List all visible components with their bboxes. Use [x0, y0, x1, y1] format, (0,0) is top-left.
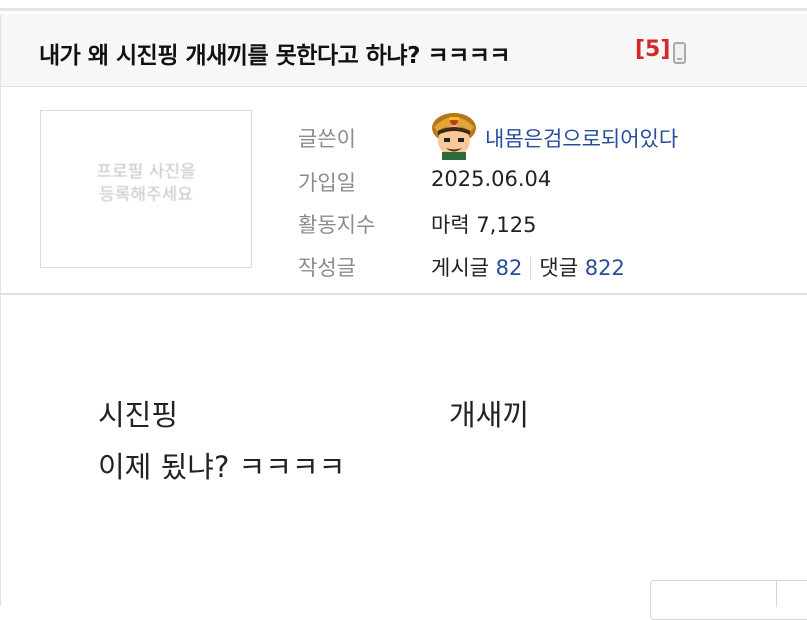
post-title: 내가 왜 시진핑 개새끼를 못한다고 하냐? ㅋㅋㅋㅋ: [39, 43, 511, 69]
comments-text: 댓글: [539, 256, 579, 280]
comments-count[interactable]: 822: [585, 256, 625, 280]
author-label: 글쓴이: [298, 127, 356, 151]
posts-label: 작성글: [298, 256, 356, 280]
body-text-line2: 이제 됬냐? ㅋㅋㅋㅋ: [98, 450, 346, 484]
profile-placeholder-text: 프로필 사진을 등록해주세요: [96, 162, 196, 205]
post-body: 시진핑 개새끼 이제 됬냐? ㅋㅋㅋㅋ: [0, 295, 807, 606]
post-header: 내가 왜 시진핑 개새끼를 못한다고 하냐? ㅋㅋㅋㅋ [5]: [0, 14, 807, 87]
user-avatar-icon[interactable]: [429, 111, 479, 161]
posts-count[interactable]: 82: [496, 256, 523, 280]
body-text-line1-left: 시진핑: [98, 398, 179, 432]
stats-divider: [530, 257, 532, 279]
profile-image-placeholder: 프로필 사진을 등록해주세요: [40, 110, 252, 268]
posts-text: 게시글: [431, 256, 489, 280]
top-divider: [0, 0, 807, 11]
joined-label: 가입일: [298, 171, 356, 195]
activity-label: 활동지수: [298, 213, 376, 237]
comment-count-badge[interactable]: [5]: [635, 37, 670, 62]
joined-date: 2025.06.04: [431, 167, 552, 191]
bottom-action-box[interactable]: [650, 580, 807, 620]
posts-stats: 게시글 82 댓글 822: [431, 252, 625, 282]
bottom-action-divider: [776, 581, 777, 607]
author-info-panel: 프로필 사진을 등록해주세요 글쓴이 내몸은검으로되어있다 가입일 2025.0…: [0, 87, 807, 295]
author-nickname[interactable]: 내몸은검으로되어있다: [485, 123, 678, 153]
mobile-icon: [673, 42, 686, 64]
activity-value: 마력 7,125: [431, 213, 537, 237]
body-text-line1-right: 개새끼: [449, 398, 530, 432]
